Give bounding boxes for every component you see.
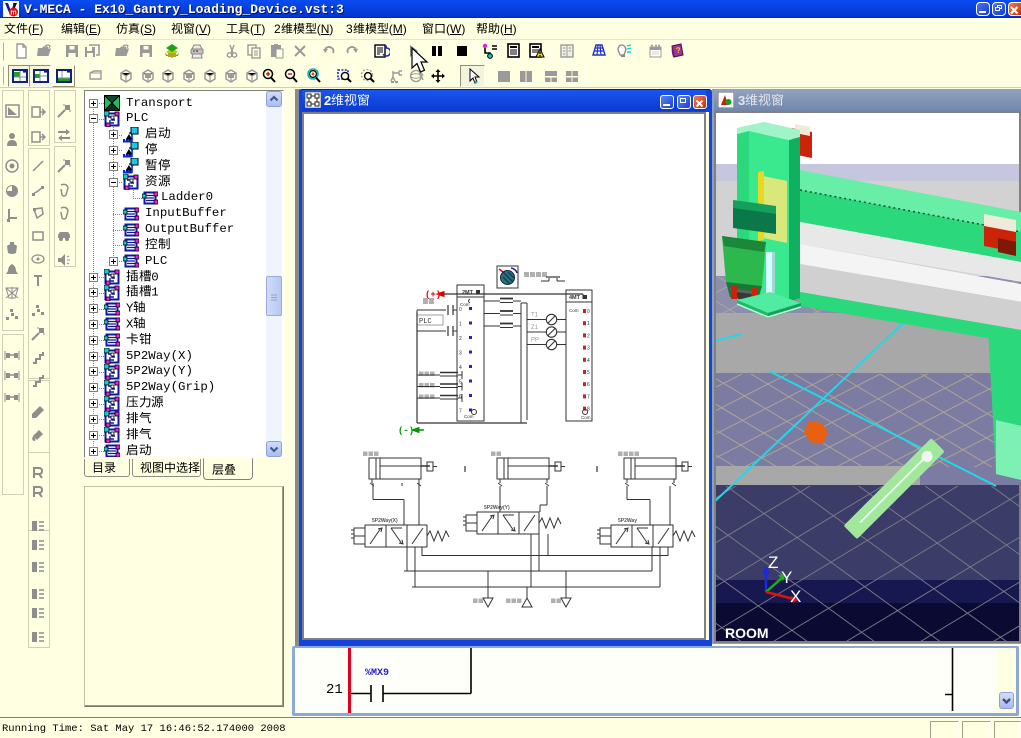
svg-text:Com: Com [569,308,579,313]
svg-text:7: 7 [459,409,462,415]
svg-text:Z: Z [768,553,778,572]
svg-text:4: 4 [459,365,462,371]
svg-text:Com: Com [581,415,591,420]
svg-text:1: 1 [459,322,462,328]
svg-text:5: 5 [587,370,590,376]
svg-text:2: 2 [587,333,590,339]
svg-text:X: X [790,587,801,606]
svg-text:Z1: Z1 [531,325,539,331]
svg-text:5P2Way(Y): 5P2Way(Y) [484,505,510,511]
svg-text:Y: Y [781,568,792,587]
svg-text:6: 6 [587,382,590,388]
svg-text:2MT: 2MT [462,290,474,296]
svg-text:ROOM: ROOM [725,625,769,641]
svg-text:1: 1 [587,321,590,327]
svg-text:7: 7 [587,394,590,400]
svg-text:T1: T1 [531,313,539,319]
svg-text:3: 3 [459,351,462,357]
svg-text:(-): (-) [398,426,414,436]
svg-text:5P2Way: 5P2Way [618,518,637,524]
svg-text:6: 6 [459,394,462,400]
svg-text:5: 5 [459,380,462,386]
svg-text:Com: Com [464,414,474,419]
svg-text:0: 0 [587,309,590,315]
svg-text:4MT: 4MT [569,295,581,301]
svg-text:0: 0 [459,307,462,313]
svg-text:m: m [10,10,16,17]
svg-text:PP: PP [531,338,539,344]
svg-text:2: 2 [459,336,462,342]
svg-text:4: 4 [587,358,590,364]
svg-text:5P2Way(X): 5P2Way(X) [372,518,398,524]
svg-text:3: 3 [587,346,590,352]
